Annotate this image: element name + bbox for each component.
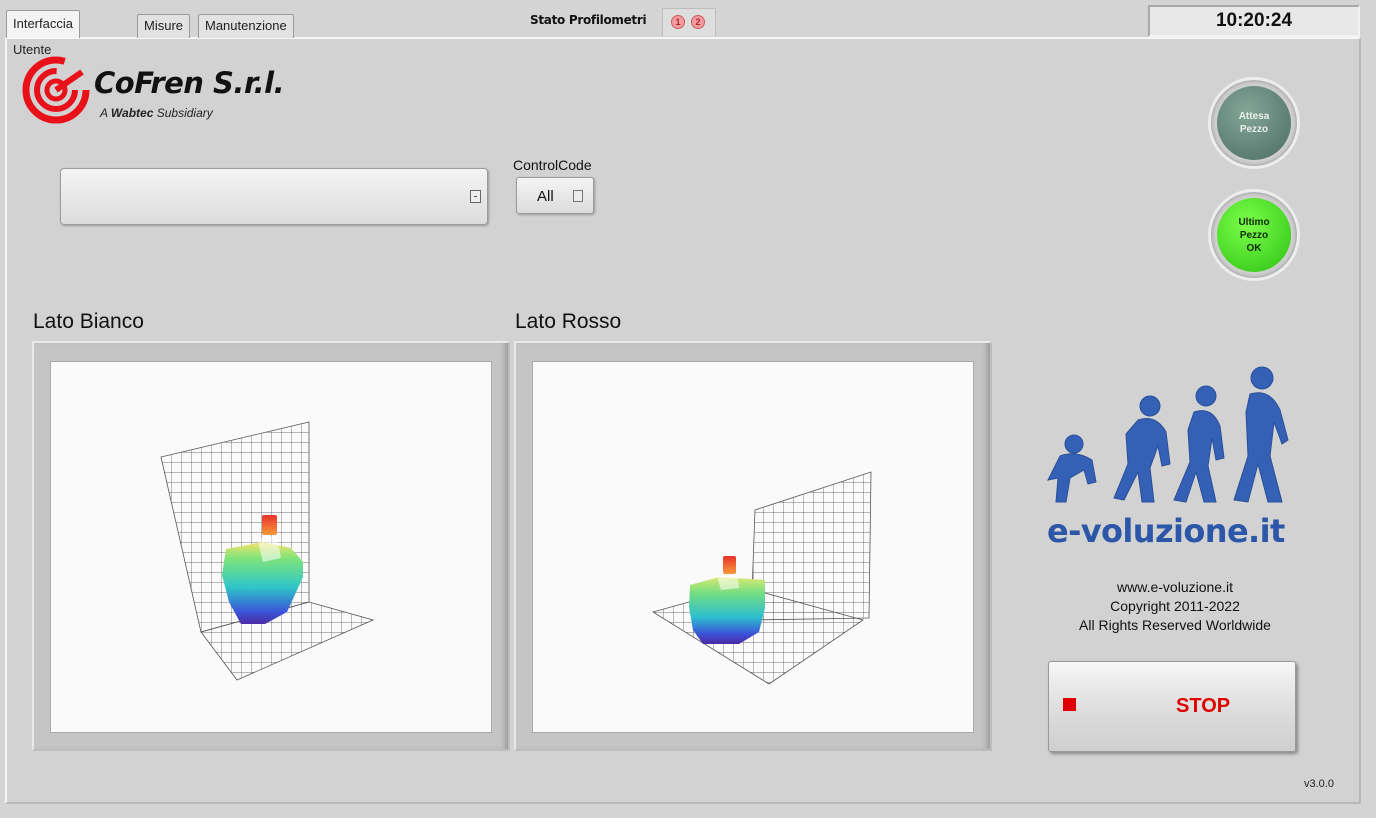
lato-bianco-surface xyxy=(160,421,375,681)
company-subtitle: A Wabtec Subsidiary xyxy=(100,106,213,120)
lato-bianco-viewer xyxy=(32,341,510,751)
ultimo-pezzo-ok-indicator: Ultimo Pezzo OK xyxy=(1208,189,1300,281)
attesa-pezzo-label: Attesa Pezzo xyxy=(1217,86,1291,160)
profilometer-1-led: 1 xyxy=(671,15,685,29)
attesa-pezzo-indicator: Attesa Pezzo xyxy=(1208,77,1300,169)
lato-rosso-surface xyxy=(652,471,872,685)
tab-misure[interactable]: Misure xyxy=(137,14,191,38)
company-name: CoFren S.r.l. xyxy=(94,66,285,100)
stop-button-label: STOP xyxy=(1176,695,1231,717)
profilometer-2-led: 2 xyxy=(691,15,705,29)
control-code-label: ControlCode xyxy=(513,157,592,173)
copyright-block: www.e-voluzione.it Copyright 2011-2022 A… xyxy=(1030,578,1320,635)
stato-profilometri-label: Stato Profilometri xyxy=(530,13,647,27)
lato-bianco-3d-plot[interactable] xyxy=(50,361,492,733)
lato-rosso-3d-plot[interactable] xyxy=(532,361,974,733)
control-code-select[interactable]: All xyxy=(516,177,594,214)
cofren-swirl-icon xyxy=(22,56,90,124)
dropdown-arrow-icon[interactable] xyxy=(470,190,481,203)
subtitle-prefix: A xyxy=(100,106,108,120)
lato-rosso-viewer xyxy=(514,341,992,751)
recipe-selector[interactable] xyxy=(60,168,488,225)
evoluzione-brand-text: e-voluzione.it xyxy=(1047,512,1285,550)
tab-interfaccia-utente[interactable]: Interfaccia Utente xyxy=(6,10,80,57)
dropdown-arrow-icon[interactable] xyxy=(573,190,583,202)
clock-display: 10:20:24 xyxy=(1148,5,1360,37)
subtitle-suffix: Subsidiary xyxy=(156,106,213,120)
website-link: www.e-voluzione.it xyxy=(1117,579,1233,595)
lato-bianco-label: Lato Bianco xyxy=(33,310,144,333)
tab-manutenzione[interactable]: Manutenzione xyxy=(198,14,294,38)
version-label: v3.0.0 xyxy=(1304,778,1334,790)
control-code-value: All xyxy=(537,188,554,205)
stop-button[interactable]: STOP xyxy=(1048,661,1296,752)
lato-rosso-label: Lato Rosso xyxy=(515,310,622,333)
subtitle-brand: Wabtec xyxy=(110,106,154,120)
copyright-text: Copyright 2011-2022 xyxy=(1110,598,1240,614)
cofren-logo: CoFren S.r.l. A Wabtec Subsidiary xyxy=(22,54,322,126)
ultimo-pezzo-ok-label: Ultimo Pezzo OK xyxy=(1217,198,1291,272)
rights-text: All Rights Reserved Worldwide xyxy=(1079,617,1271,633)
stop-icon xyxy=(1063,698,1076,711)
stato-profilometri-indicators: 1 2 xyxy=(662,8,716,36)
